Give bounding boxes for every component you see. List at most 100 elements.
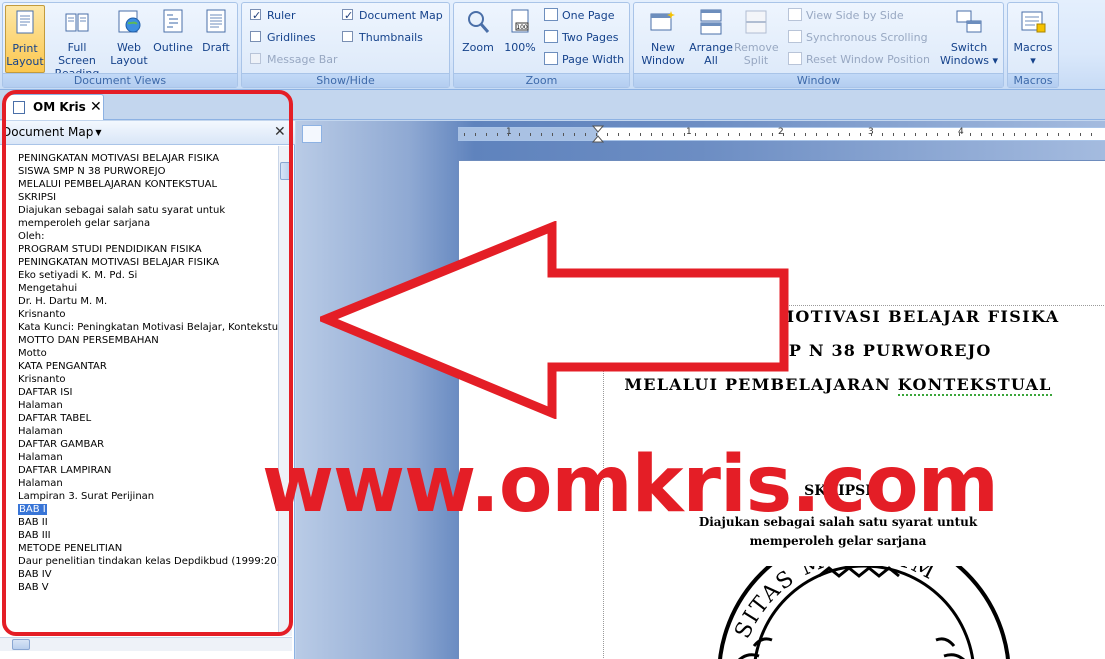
- two-pages-button[interactable]: Two Pages: [544, 28, 618, 48]
- ruler-tick: [618, 133, 619, 136]
- arrange-all-button[interactable]: Arrange All: [688, 5, 734, 73]
- document-map-close-icon[interactable]: ✕: [274, 124, 286, 140]
- thumbnails-checkbox[interactable]: Thumbnails: [342, 28, 423, 48]
- macros-button[interactable]: Macros ▾: [1010, 5, 1056, 73]
- document-map-item[interactable]: BAB III: [0, 529, 278, 542]
- document-map-item[interactable]: PENINGKATAN MOTIVASI BELAJAR FISIKA: [0, 152, 278, 165]
- zoom-button[interactable]: Zoom: [458, 5, 498, 73]
- two-pages-icon: [544, 30, 558, 43]
- document-map-item[interactable]: PROGRAM STUDI PENDIDIKAN FISIKA: [0, 243, 278, 256]
- document-map-item[interactable]: memperoleh gelar sarjana: [0, 217, 278, 230]
- draft-icon: [206, 9, 226, 33]
- print-layout-button[interactable]: Print Layout: [5, 5, 45, 73]
- document-tab[interactable]: OM Kris ✕: [4, 94, 104, 120]
- outline-button[interactable]: Outline: [151, 5, 195, 73]
- magnifier-icon: [468, 11, 490, 33]
- document-map-item[interactable]: Krisnanto: [0, 308, 278, 321]
- document-map-item[interactable]: Halaman: [0, 477, 278, 490]
- document-map-item[interactable]: METODE PENELITIAN: [0, 542, 278, 555]
- document-map-horizontal-scrollbar[interactable]: [0, 637, 292, 651]
- ruler-tick: [684, 133, 685, 136]
- group-window: New Window Arrange All Remove Split View…: [633, 2, 1004, 88]
- document-map-item[interactable]: Motto: [0, 347, 278, 360]
- document-map-item[interactable]: BAB I: [0, 503, 278, 516]
- page-width-button[interactable]: Page Width: [544, 50, 624, 70]
- document-map-item[interactable]: DAFTAR GAMBAR: [0, 438, 278, 451]
- document-map-item[interactable]: MELALUI PEMBELAJARAN KONTEKSTUAL: [0, 178, 278, 191]
- document-map-item[interactable]: MOTTO DAN PERSEMBAHAN: [0, 334, 278, 347]
- group-label-show-hide: Show/Hide: [242, 73, 449, 87]
- document-map-item[interactable]: DAFTAR LAMPIRAN: [0, 464, 278, 477]
- group-document-views: Print Layout Full Screen Reading Web Lay…: [2, 2, 238, 88]
- ruler-tick: [1003, 133, 1004, 136]
- document-map-item[interactable]: Krisnanto: [0, 373, 278, 386]
- tab-selector-button[interactable]: [302, 125, 322, 143]
- group-zoom: Zoom 100 100% One Page Two Pages Page Wi…: [453, 2, 630, 88]
- document-page[interactable]: PENINGKATAN MOTIVASI BELAJAR FISIKA SISW…: [458, 160, 1105, 659]
- horizontal-ruler[interactable]: 1 1 2 3 4: [458, 125, 1105, 143]
- ruler-tick: [772, 133, 773, 136]
- document-map-item[interactable]: BAB IV: [0, 568, 278, 581]
- document-map-item[interactable]: BAB II: [0, 516, 278, 529]
- one-page-button[interactable]: One Page: [544, 6, 615, 26]
- svg-text:SITAS MUHAMM: SITAS MUHAMM: [730, 566, 940, 642]
- ruler-tick: [651, 133, 652, 136]
- document-map-item[interactable]: Oleh:: [0, 230, 278, 243]
- document-map-item[interactable]: Lampiran 3. Surat Perijinan: [0, 490, 278, 503]
- document-map-item[interactable]: KATA PENGANTAR: [0, 360, 278, 373]
- ruler-tick: [464, 133, 465, 136]
- vertical-scroll-thumb[interactable]: [280, 162, 291, 180]
- document-map-item[interactable]: SKRIPSI: [0, 191, 278, 204]
- ruler-tick: [662, 133, 663, 136]
- university-seal-logo: SITAS MUHAMM: [718, 566, 1010, 659]
- document-map-item[interactable]: DAFTAR ISI: [0, 386, 278, 399]
- view-side-by-side-button: View Side by Side: [788, 6, 904, 26]
- ruler-tick: [959, 133, 960, 136]
- zoom-100-button[interactable]: 100 100%: [500, 5, 540, 73]
- remove-split-icon: [745, 10, 767, 34]
- document-map-vertical-scrollbar[interactable]: [278, 146, 292, 636]
- horizontal-scroll-thumb[interactable]: [12, 639, 30, 650]
- document-title-line-1: PENINGKATAN MOTIVASI BELAJAR FISIKA: [616, 307, 1060, 326]
- ruler-tick: [948, 133, 949, 136]
- full-screen-reading-button[interactable]: Full Screen Reading: [47, 5, 107, 80]
- document-map-item[interactable]: Mengetahui: [0, 282, 278, 295]
- ruler-tick: [1058, 133, 1059, 136]
- document-title-line-3: MELALUI PEMBELAJARAN KONTEKSTUAL: [624, 375, 1052, 396]
- document-map-item[interactable]: Halaman: [0, 425, 278, 438]
- ruler-tick: [563, 133, 564, 136]
- ruler-tick: [1091, 133, 1092, 136]
- document-map-item[interactable]: Diajukan sebagai salah satu syarat untuk: [0, 204, 278, 217]
- indent-marker-icon[interactable]: [592, 125, 604, 143]
- ruler-tick: [926, 133, 927, 136]
- web-layout-button[interactable]: Web Layout: [109, 5, 149, 73]
- document-map-item[interactable]: Eko setiyadi K. M. Pd. Si: [0, 269, 278, 282]
- ruler-tick: [497, 133, 498, 136]
- gridlines-checkbox[interactable]: Gridlines: [250, 28, 316, 48]
- spelling-squiggle: KONTEKSTUAL: [897, 375, 1052, 396]
- document-map-item[interactable]: Halaman: [0, 399, 278, 412]
- new-window-button[interactable]: New Window: [638, 5, 688, 73]
- switch-windows-icon: [956, 10, 982, 33]
- close-tab-icon[interactable]: ✕: [90, 95, 102, 119]
- document-map-item[interactable]: Daur penelitian tindakan kelas Depdikbud…: [0, 555, 278, 568]
- document-map-item[interactable]: PENINGKATAN MOTIVASI BELAJAR FISIKA: [0, 256, 278, 269]
- document-map-item[interactable]: DAFTAR TABEL: [0, 412, 278, 425]
- print-layout-icon: [16, 10, 34, 34]
- ruler-tick: [794, 133, 795, 136]
- document-map-dropdown-icon[interactable]: ▼: [93, 127, 104, 138]
- seal-text: SITAS MUHAMM: [730, 566, 938, 642]
- message-bar-checkbox: Message Bar: [250, 50, 338, 70]
- draft-button[interactable]: Draft: [197, 5, 235, 73]
- document-map-item[interactable]: SISWA SMP N 38 PURWOREJO: [0, 165, 278, 178]
- document-map-item[interactable]: BAB V: [0, 581, 278, 594]
- page-100-icon: 100: [511, 9, 529, 33]
- switch-windows-button[interactable]: Switch Windows ▾: [937, 5, 1001, 73]
- document-map-checkbox[interactable]: Document Map: [342, 6, 443, 26]
- group-show-hide: Ruler Gridlines Message Bar Document Map…: [241, 2, 450, 88]
- checkbox-checked-icon: [250, 6, 261, 26]
- ruler-checkbox[interactable]: Ruler: [250, 6, 295, 26]
- document-map-item[interactable]: Halaman: [0, 451, 278, 464]
- document-map-item[interactable]: Kata Kunci: Peningkatan Motivasi Belajar…: [0, 321, 278, 334]
- document-map-item[interactable]: Dr. H. Dartu M. M.: [0, 295, 278, 308]
